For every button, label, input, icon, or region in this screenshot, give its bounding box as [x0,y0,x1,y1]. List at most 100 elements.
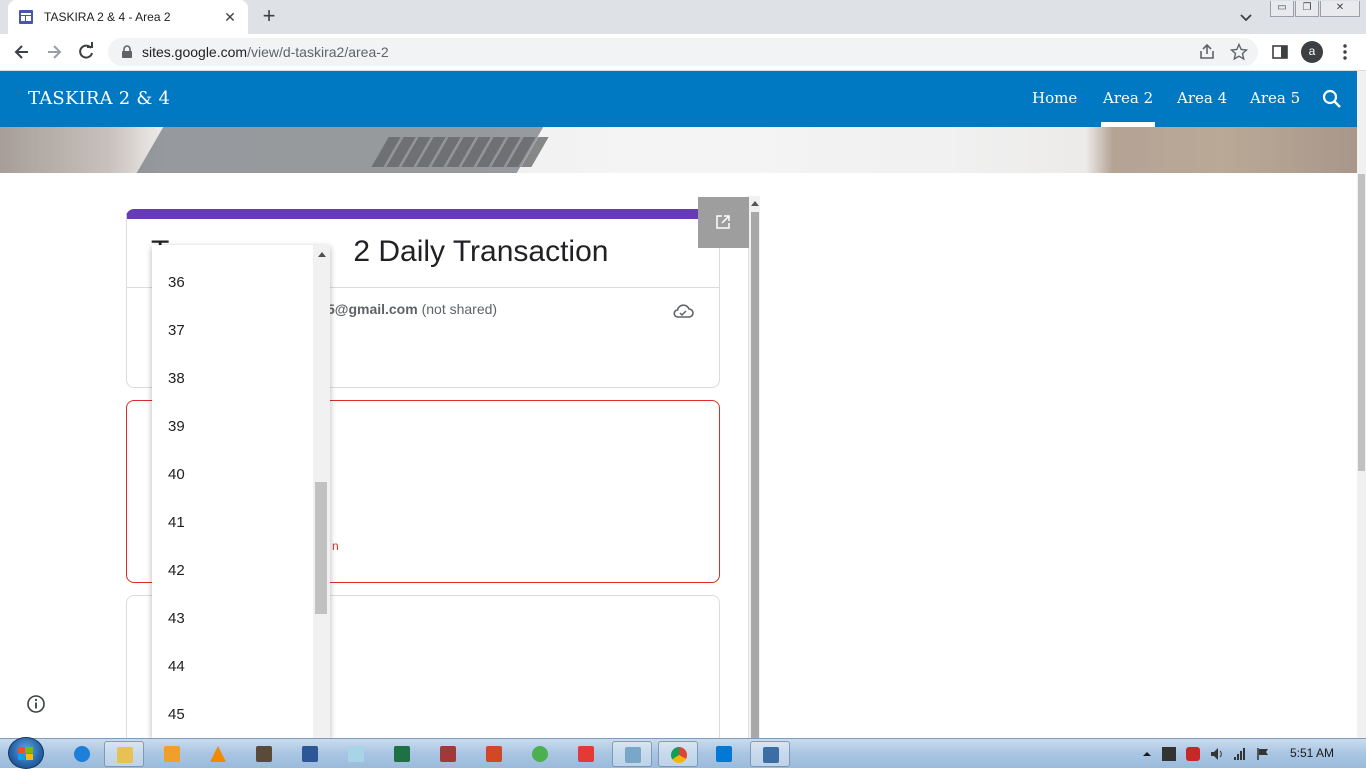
app-icon [578,746,594,762]
browser-tab-strip: TASKIRA 2 & 4 - Area 2 ✕ + ▭ ❐ ✕ [0,0,1366,34]
app-icon [763,747,779,763]
start-button[interactable] [8,737,44,769]
taskbar-excel[interactable] [382,741,422,767]
site-title[interactable]: TASKIRA 2 & 4 [28,88,170,109]
taskbar-media-player[interactable] [152,741,192,767]
address-bar[interactable]: sites.google.com/view/d-taskira2/area-2 [108,38,1258,66]
dropdown-option[interactable]: 45 [168,706,185,723]
url-path: /view/d-taskira2/area-2 [247,44,389,60]
taskbar-app-4[interactable] [244,741,284,767]
browser-tab[interactable]: TASKIRA 2 & 4 - Area 2 ✕ [8,0,248,34]
nav-home[interactable]: Home [1032,89,1077,107]
error-fragment: n [332,539,339,553]
windows-taskbar: 5:51 AM [0,737,1366,769]
header-banner-image [0,127,1357,173]
minimize-icon[interactable]: ▭ [1270,1,1294,17]
nav-area-5[interactable]: Area 5 [1250,89,1300,107]
browser-toolbar: sites.google.com/view/d-taskira2/area-2 … [0,34,1366,71]
nav-area-4[interactable]: Area 4 [1177,89,1227,107]
folder-icon [117,747,133,763]
more-menu-icon[interactable] [1336,43,1354,61]
side-panel-icon[interactable] [1271,43,1289,61]
media-player-icon [164,746,180,762]
vscode-icon [716,746,732,762]
taskbar-clock[interactable]: 5:51 AM [1290,746,1334,760]
dropdown-option[interactable]: 37 [168,322,185,339]
excel-icon [394,746,410,762]
dropdown-option[interactable]: 39 [168,418,185,435]
site-header: TASKIRA 2 & 4 Home Area 2 Area 4 Area 5 [0,71,1357,127]
taskbar-vscode[interactable] [704,741,744,767]
dropdown-option[interactable]: 36 [168,274,185,291]
scroll-up-arrow-icon[interactable] [751,201,759,206]
google-sites-icon [19,10,33,24]
restore-icon[interactable]: ❐ [1295,1,1319,17]
search-icon[interactable] [1322,89,1342,109]
taskbar-file-explorer[interactable] [104,741,144,767]
chrome-icon [671,747,687,763]
dropdown-scrollbar[interactable] [313,245,330,738]
info-icon[interactable] [26,694,46,714]
bookmark-star-icon[interactable] [1230,43,1248,61]
number-dropdown-list[interactable]: 36 37 38 39 40 41 42 43 44 45 [152,245,330,738]
close-tab-icon[interactable]: ✕ [222,9,238,25]
embed-scrollbar[interactable] [748,196,760,738]
taskbar-access[interactable] [428,741,468,767]
taskbar-internet-explorer[interactable] [62,741,102,767]
taskbar-app-12[interactable] [612,741,652,767]
reload-icon[interactable] [76,42,96,62]
internet-explorer-icon [74,746,90,762]
tab-title: TASKIRA 2 & 4 - Area 2 [44,10,171,24]
action-center-flag-icon[interactable] [1256,747,1270,761]
form-title-end: 2 Daily Transaction [353,235,609,268]
taskbar-word[interactable] [290,741,330,767]
url-host: sites.google.com [142,44,248,60]
cloud-saved-icon [673,304,694,318]
not-shared-label: (not shared) [421,301,498,317]
tray-app-icon[interactable] [1162,747,1176,761]
open-in-new-icon [716,215,730,229]
nav-area-2[interactable]: Area 2 [1100,89,1156,127]
page-scrollbar[interactable] [1357,71,1366,738]
open-in-new-button[interactable] [698,197,749,248]
powerpoint-icon [486,746,502,762]
page-scrollbar-thumb[interactable] [1358,174,1365,471]
scrollbar-thumb[interactable] [751,212,759,738]
taskbar-app-10[interactable] [520,741,560,767]
dropdown-option[interactable]: 41 [168,514,185,531]
taskbar-app-15[interactable] [750,741,790,767]
windows-logo-icon [18,747,33,760]
network-icon[interactable] [1233,747,1247,761]
dropdown-option[interactable]: 42 [168,562,185,579]
access-icon [440,746,456,762]
dropdown-option[interactable]: 40 [168,466,185,483]
word-icon [302,746,318,762]
dropdown-scrollbar-thumb[interactable] [315,482,327,614]
tab-search-icon[interactable] [1238,9,1254,25]
lock-icon [122,45,132,58]
app-icon [625,747,641,763]
taskbar-app-11[interactable] [566,741,606,767]
taskbar-vlc[interactable] [198,741,238,767]
new-tab-icon[interactable]: + [259,5,279,27]
volume-icon[interactable] [1210,747,1224,761]
back-icon[interactable] [12,42,32,62]
taskbar-notepad[interactable] [336,741,376,767]
dropdown-option[interactable]: 43 [168,610,185,627]
taskbar-powerpoint[interactable] [474,741,514,767]
dropdown-option[interactable]: 44 [168,658,185,675]
tray-security-icon[interactable] [1186,747,1200,761]
app-icon [532,746,548,762]
app-icon [256,746,272,762]
window-close-icon[interactable]: ✕ [1320,1,1360,17]
url-text: sites.google.com/view/d-taskira2/area-2 [142,44,389,60]
profile-avatar[interactable]: a [1301,41,1323,63]
taskbar-chrome[interactable] [658,741,698,767]
dropdown-scroll-up-icon[interactable] [318,252,326,257]
dropdown-option[interactable]: 38 [168,370,185,387]
vlc-icon [210,746,226,762]
forward-icon[interactable] [44,42,64,62]
share-icon[interactable] [1198,43,1216,61]
account-email: 5@gmail.com [327,301,418,317]
show-hidden-icons-icon[interactable] [1140,747,1154,761]
